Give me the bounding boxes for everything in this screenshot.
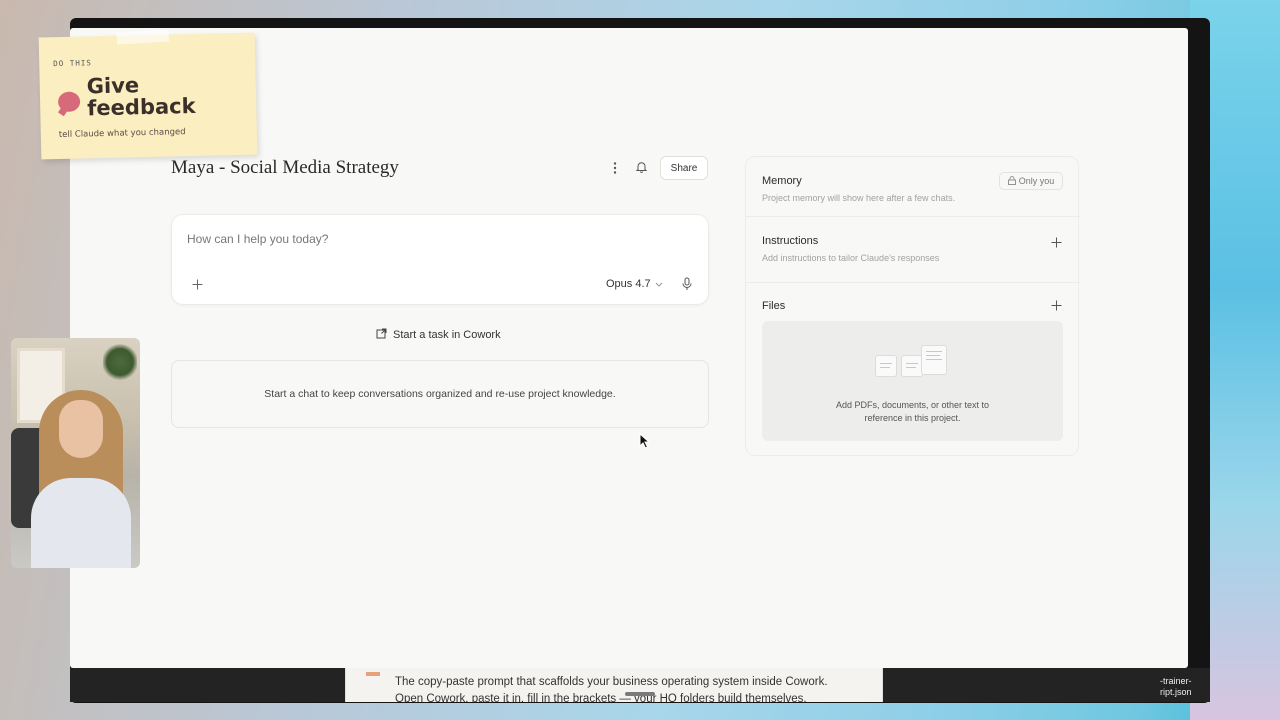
chat-input[interactable]: [187, 230, 687, 248]
share-button[interactable]: Share: [660, 156, 708, 180]
bell-icon[interactable]: [633, 159, 649, 175]
doc-marker: [366, 672, 380, 676]
add-instructions-button[interactable]: [1048, 234, 1064, 250]
memory-section: Memory Only you Project memory will show…: [746, 157, 1080, 217]
cam-person-face: [59, 400, 103, 458]
background-document: The copy-paste prompt that scaffolds you…: [345, 668, 883, 702]
files-dropzone[interactable]: Add PDFs, documents, or other text to re…: [762, 321, 1063, 441]
project-title: Maya - Social Media Strategy: [171, 157, 399, 178]
dropzone-line: Add PDFs, documents, or other text to: [835, 400, 990, 410]
sticky-headline: Give feedback: [86, 73, 196, 121]
files-title: Files: [762, 300, 786, 312]
visibility-label: Only you: [1018, 176, 1055, 186]
instructions-subtitle: Add instructions to tailor Claude's resp…: [762, 253, 940, 263]
external-link-icon: [376, 328, 387, 342]
plus-icon: [1051, 237, 1061, 247]
memory-subtitle: Project memory will show here after a fe…: [762, 193, 956, 203]
sticky-subtext: tell Claude what you changed: [58, 127, 186, 141]
microphone-icon[interactable]: [678, 274, 696, 294]
visibility-badge[interactable]: Only you: [999, 172, 1063, 190]
cursor-icon: [639, 433, 651, 449]
start-cowork-task-link[interactable]: Start a task in Cowork: [376, 327, 501, 343]
feedback-sticky-note: DO THIS Give feedback tell Claude what y…: [38, 29, 258, 160]
plus-icon: [1051, 300, 1061, 310]
empty-state-text: Start a chat to keep conversations organ…: [264, 388, 616, 400]
dropzone-text: Add PDFs, documents, or other text to re…: [762, 399, 1063, 424]
model-label: Opus 4.7: [606, 278, 651, 290]
memory-title: Memory: [762, 175, 802, 187]
plus-icon[interactable]: [188, 275, 206, 293]
model-selector[interactable]: Opus 4.7: [606, 275, 663, 293]
tape: [116, 29, 169, 45]
speech-bubble-icon: [57, 91, 81, 113]
documents-icon: [875, 345, 951, 383]
instructions-title: Instructions: [762, 235, 819, 247]
chat-composer: Opus 4.7: [171, 214, 709, 305]
background-file-name: -trainer-ript.json: [1160, 676, 1192, 697]
doc-line: The copy-paste prompt that scaffolds you…: [395, 676, 828, 688]
instructions-section: Instructions Add instructions to tailor …: [746, 217, 1080, 283]
cam-plant: [103, 342, 137, 382]
dropzone-line: reference in this project.: [864, 412, 961, 423]
cowork-label: Start a task in Cowork: [393, 329, 501, 341]
cam-person-body: [31, 478, 131, 568]
chevron-down-icon: [655, 280, 663, 289]
scroll-indicator[interactable]: [625, 692, 655, 696]
lock-icon: [1007, 175, 1016, 187]
webcam-video: [11, 338, 140, 568]
more-vertical-icon[interactable]: [607, 160, 623, 176]
add-files-button[interactable]: [1048, 297, 1064, 313]
project-side-panel: Memory Only you Project memory will show…: [745, 156, 1080, 456]
chat-list-empty-state: Start a chat to keep conversations organ…: [171, 360, 709, 428]
sticky-kicker: DO THIS: [53, 58, 92, 69]
